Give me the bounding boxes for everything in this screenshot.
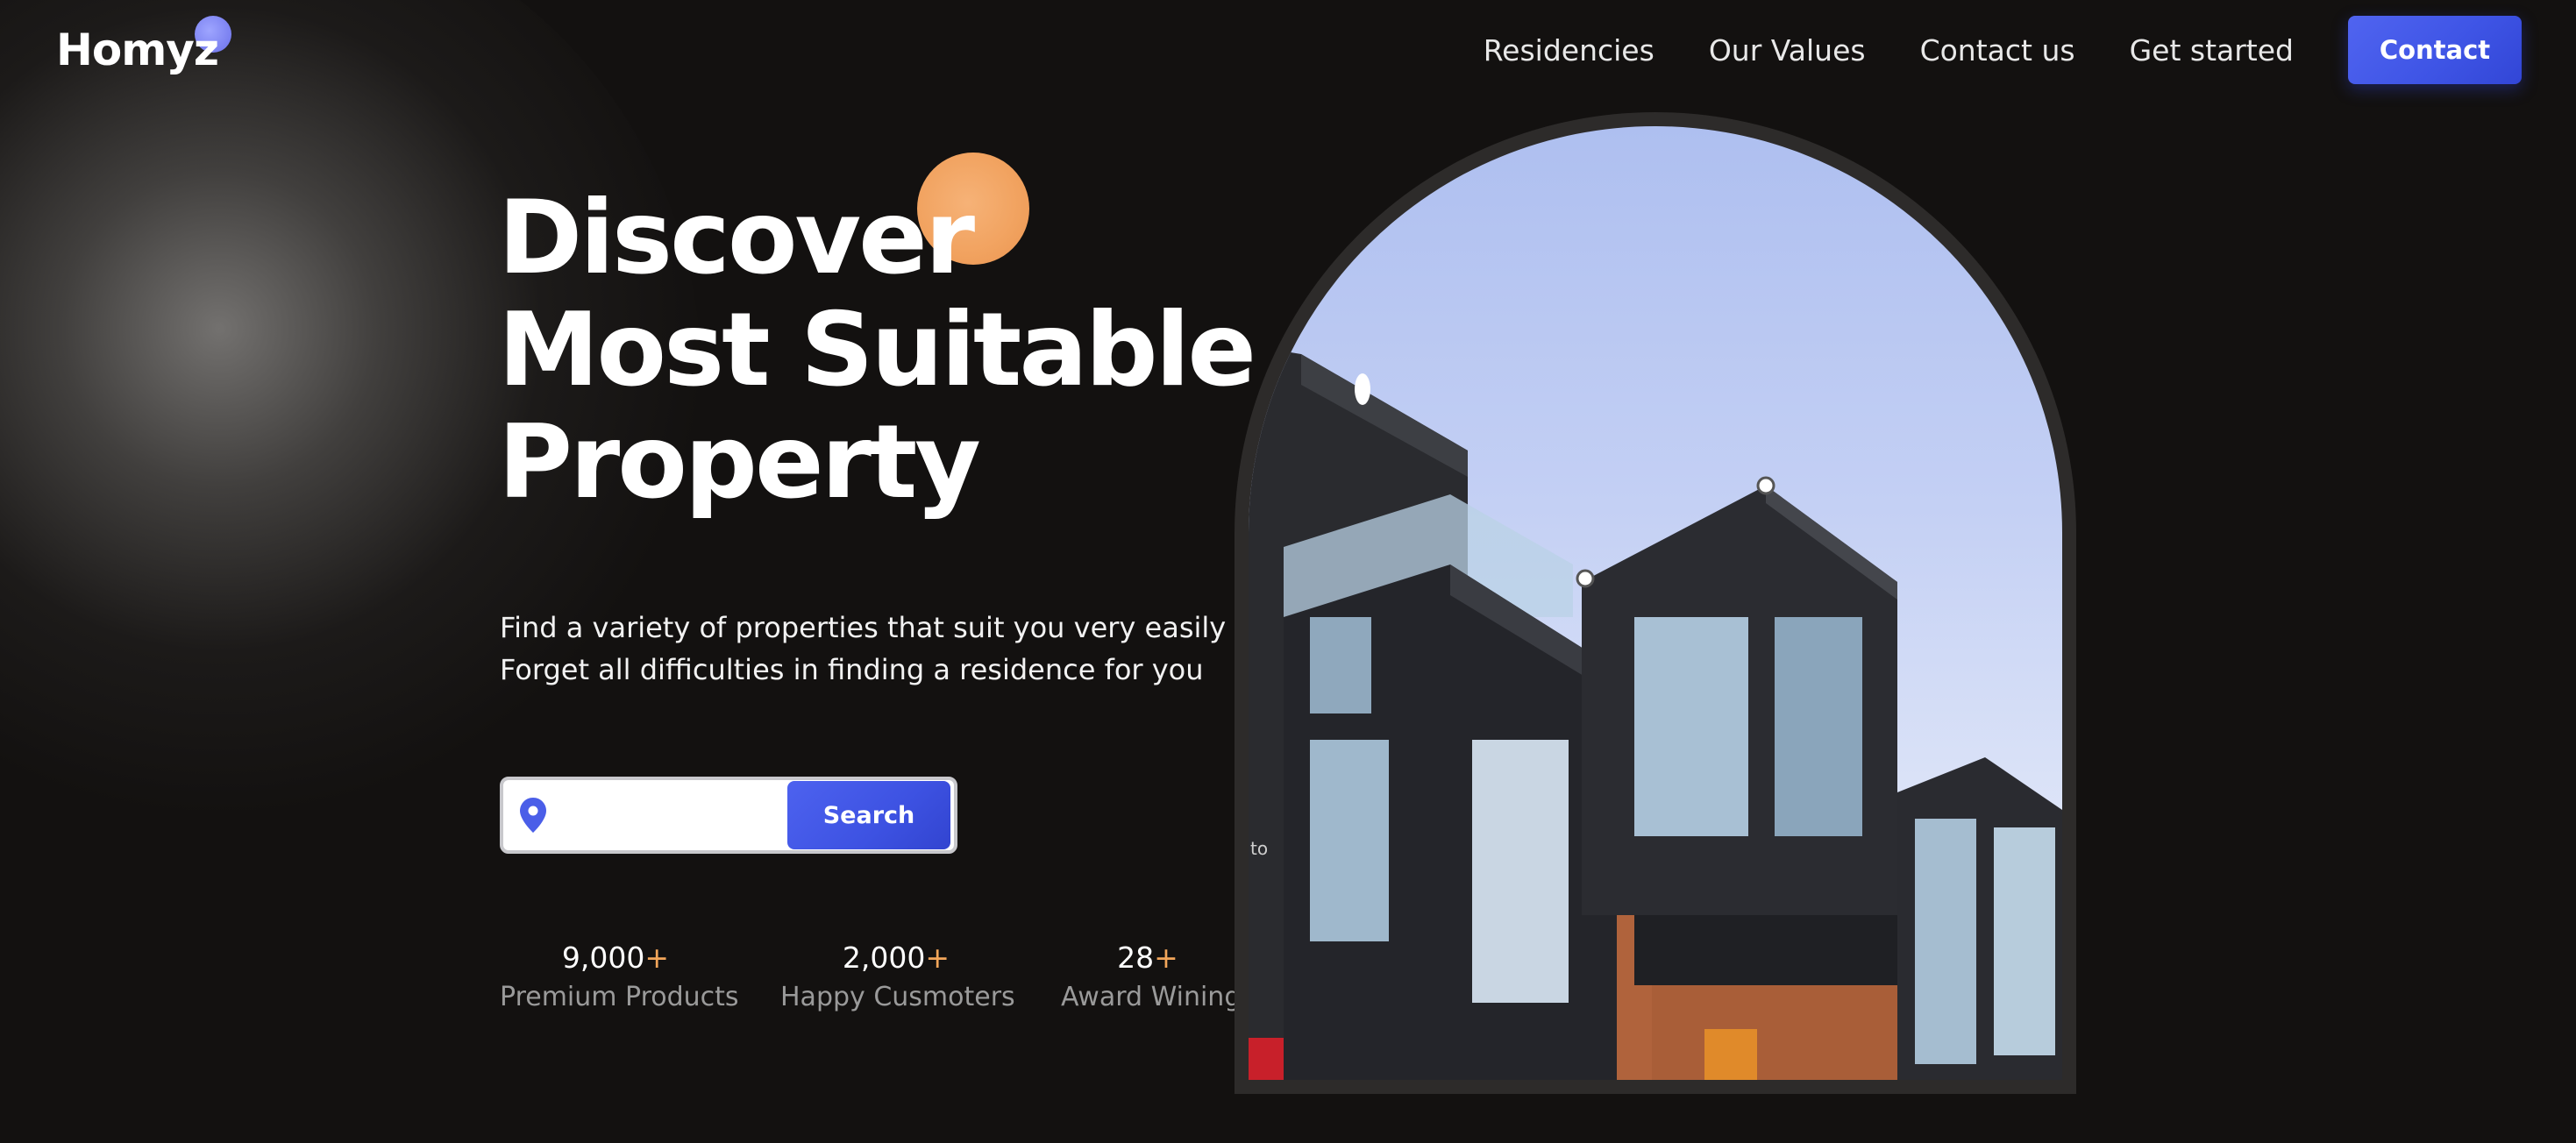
headline-line-2: Most Suitable [498, 291, 1256, 409]
stat-label: Premium Products [500, 982, 739, 1012]
hero-building-image [1249, 126, 2062, 1080]
building-illustration [1249, 345, 2062, 1080]
stat-happy-customers: 2,000+ Happy Cusmoters [780, 938, 1015, 1017]
nav-link-get-started[interactable]: Get started [2130, 33, 2294, 67]
logo-text: Homyz [56, 25, 219, 75]
stat-label: Award Wining [1061, 982, 1242, 1012]
top-nav: Residencies Our Values Contact us Get st… [1484, 16, 2522, 84]
stat-number: 28+ [1061, 938, 1235, 978]
logo[interactable]: Homyz [56, 16, 231, 81]
subtext-line-2: Forget all difficulties in finding a res… [500, 653, 1204, 686]
location-pin-icon [514, 789, 552, 841]
contact-button[interactable]: Contact [2348, 16, 2522, 84]
stat-premium-products: 9,000+ Premium Products [500, 938, 739, 1017]
stat-plus: + [644, 941, 670, 975]
nav-link-our-values[interactable]: Our Values [1709, 33, 1866, 67]
stat-plus: + [1154, 941, 1178, 975]
hero-image-frame [1235, 112, 2076, 1094]
search-input[interactable] [552, 784, 787, 846]
image-caption-fragment: to [1250, 838, 1269, 859]
hero-headline: Discover Most Suitable Property [498, 182, 1287, 519]
stat-plus: + [925, 941, 950, 975]
stat-value: 28 [1117, 941, 1155, 975]
stat-label: Happy Cusmoters [780, 982, 1015, 1012]
stat-number: 2,000+ [780, 938, 1012, 978]
nav-link-residencies[interactable]: Residencies [1484, 33, 1654, 67]
hero-subtext: Find a variety of properties that suit y… [500, 607, 1227, 691]
search-bar: Search [500, 777, 957, 854]
stat-number: 9,000+ [500, 938, 731, 978]
stat-value: 2,000 [842, 941, 926, 975]
subtext-line-1: Find a variety of properties that suit y… [500, 611, 1227, 644]
stat-award-winning: 28+ Award Wining [1061, 938, 1242, 1017]
landing-page: Homyz Residencies Our Values Contact us … [0, 0, 2576, 1143]
headline-line-3: Property [498, 403, 981, 522]
stat-value: 9,000 [561, 941, 645, 975]
search-button[interactable]: Search [787, 781, 950, 849]
headline-line-1: Discover [498, 179, 975, 297]
nav-link-contact-us[interactable]: Contact us [1920, 33, 2075, 67]
